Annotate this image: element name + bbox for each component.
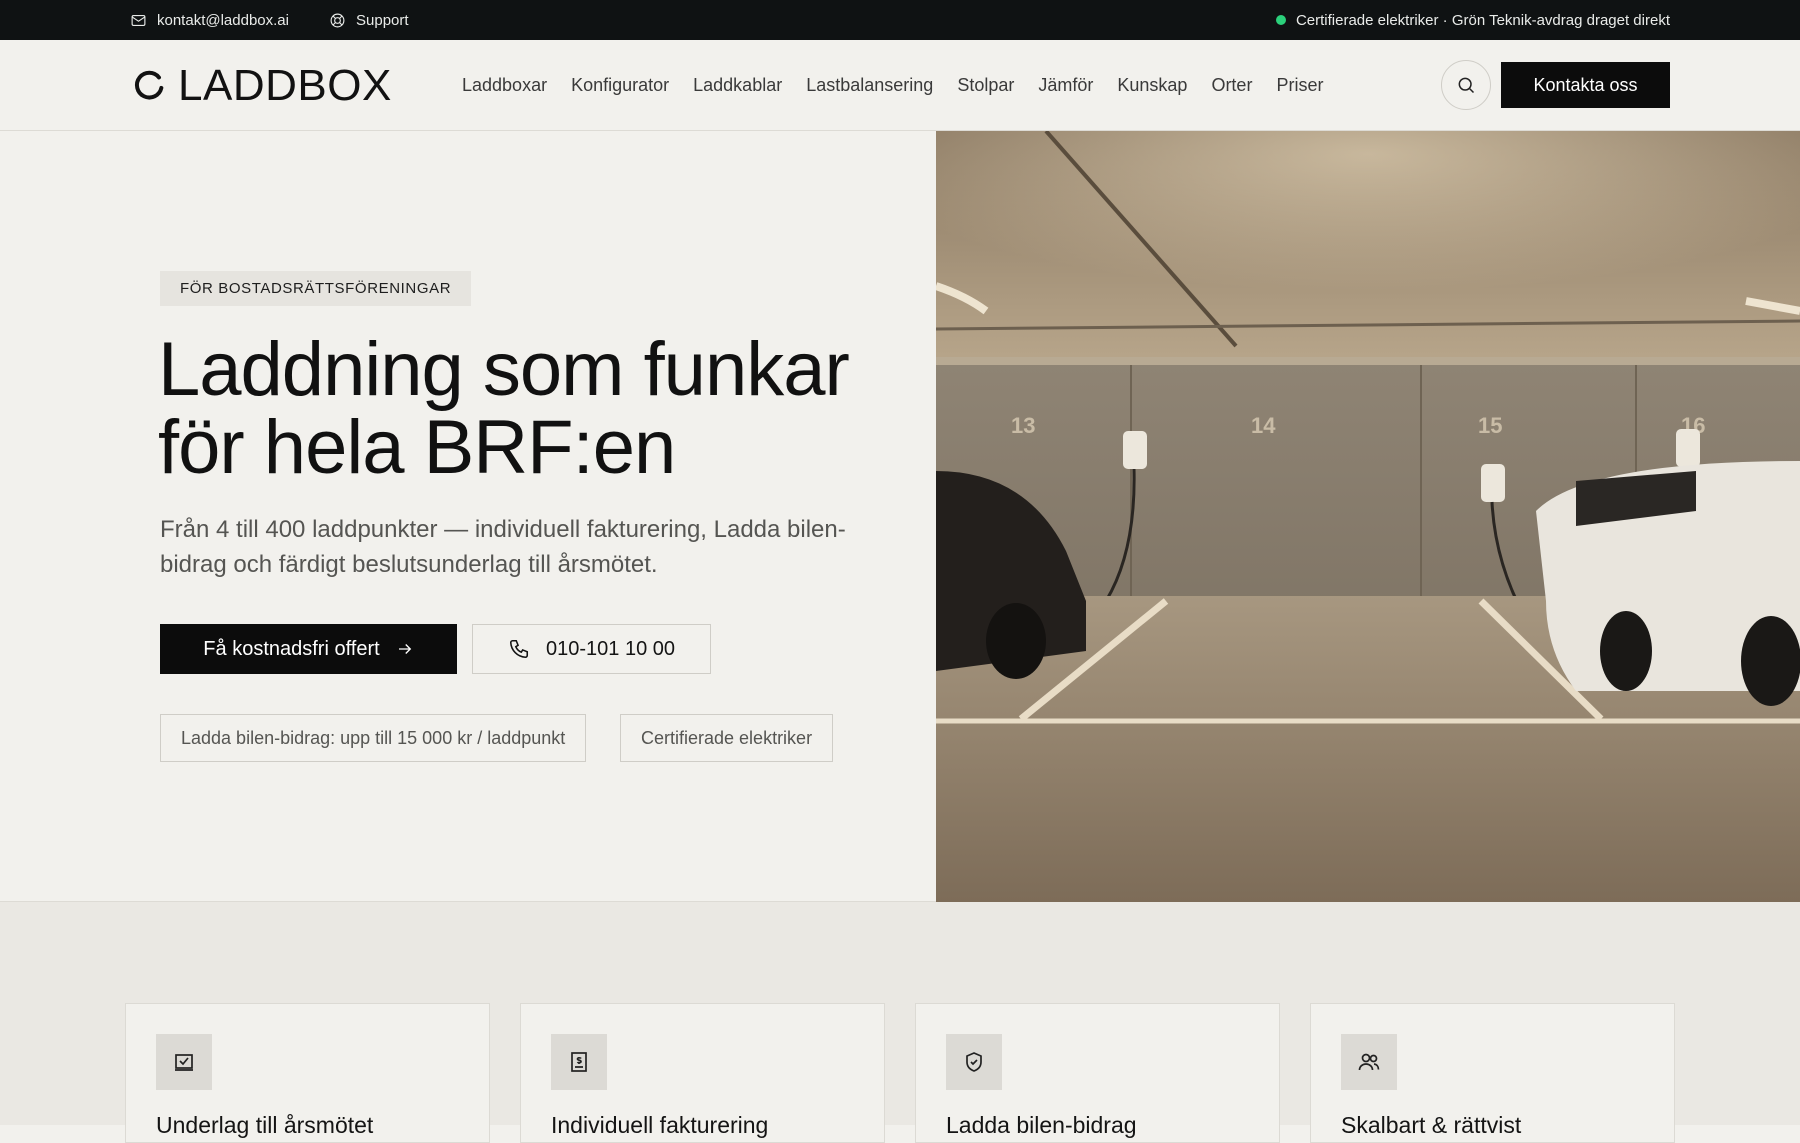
email-link[interactable]: kontakt@laddbox.ai: [130, 0, 289, 40]
hero-subtitle: Från 4 till 400 laddpunkter — individuel…: [160, 516, 846, 578]
main-nav: Laddboxar Konfigurator Laddkablar Lastba…: [462, 40, 1323, 131]
arrow-right-icon: [398, 644, 411, 654]
phone-button[interactable]: 010-101 10 00: [472, 624, 711, 674]
hero-title: Laddning som funkar för hela BRF:en: [158, 331, 918, 487]
site-header: LADDBOX Laddboxar Konfigurator Laddkabla…: [0, 40, 1800, 131]
feature-card-skalbart[interactable]: Skalbart & rättvist: [1310, 1003, 1675, 1143]
nav-orter[interactable]: Orter: [1211, 75, 1252, 96]
nav-laddboxar[interactable]: Laddboxar: [462, 75, 547, 96]
quote-button-label: Få kostnadsfri offert: [203, 637, 380, 660]
logo[interactable]: LADDBOX: [130, 64, 392, 108]
bay-number-15: 15: [1478, 413, 1502, 438]
feature-title: Individuell fakturering: [551, 1112, 769, 1138]
lifebuoy-icon: [330, 13, 345, 27]
logo-text: LADDBOX: [178, 61, 392, 110]
phone-number: 010-101 10 00: [545, 637, 675, 660]
nav-jamfor[interactable]: Jämför: [1038, 75, 1093, 96]
search-icon: [1458, 77, 1475, 94]
top-bar: kontakt@laddbox.ai Support Certifierade …: [0, 0, 1800, 40]
feature-card-bidrag[interactable]: Ladda bilen-bidrag: [915, 1003, 1280, 1143]
checkbox-icon: [156, 1034, 212, 1090]
bay-number-13: 13: [1011, 413, 1035, 438]
feature-card-arsmote[interactable]: Underlag till årsmötet: [125, 1003, 490, 1143]
shield-check-icon: [946, 1034, 1002, 1090]
certified-chip: Certifierade elektriker: [620, 714, 834, 762]
feature-card-fakturering[interactable]: Individuell fakturering: [520, 1003, 885, 1143]
nav-stolpar[interactable]: Stolpar: [957, 75, 1014, 96]
logo-mark-icon: [135, 70, 164, 100]
feature-title: Ladda bilen-bidrag: [946, 1112, 1137, 1138]
phone-icon: [509, 639, 529, 659]
bay-number-14: 14: [1251, 413, 1276, 438]
feature-title: Skalbart & rättvist: [1341, 1112, 1522, 1138]
grant-chip: Ladda bilen-bidrag: upp till 15 000 kr /…: [160, 714, 587, 762]
hero-title-line-1: Laddning som funkar: [158, 327, 850, 412]
features-section: Underlag till årsmötet Individuell faktu…: [0, 902, 1800, 1143]
users-icon: [1341, 1034, 1397, 1090]
hero-image-garage: 13 14 15 16: [936, 131, 1800, 902]
nav-lastbalansering[interactable]: Lastbalansering: [806, 75, 933, 96]
hero-title-line-2: för hela BRF:en: [158, 405, 676, 490]
invoice-icon: [551, 1034, 607, 1090]
feature-title: Underlag till årsmötet: [156, 1112, 374, 1138]
support-text: Support: [356, 11, 409, 29]
email-text: kontakt@laddbox.ai: [157, 11, 289, 29]
garage-illustration: 13 14 15 16: [936, 131, 1800, 902]
support-link[interactable]: Support: [329, 0, 409, 40]
nav-priser[interactable]: Priser: [1276, 75, 1323, 96]
nav-kunskap[interactable]: Kunskap: [1117, 75, 1187, 96]
search-button[interactable]: [1441, 60, 1491, 110]
nav-konfigurator[interactable]: Konfigurator: [571, 75, 669, 96]
status-notice: Certifierade elektriker · Grön Teknik-av…: [1275, 0, 1670, 40]
mail-icon: [131, 14, 146, 26]
status-text: Certifierade elektriker · Grön Teknik-av…: [1295, 11, 1670, 29]
nav-laddkablar[interactable]: Laddkablar: [693, 75, 782, 96]
hero-eyebrow: FÖR BOSTADSRÄTTSFÖRENINGAR: [160, 271, 472, 306]
hero-section: FÖR BOSTADSRÄTTSFÖRENINGAR Laddning som …: [0, 131, 936, 902]
contact-button[interactable]: Kontakta oss: [1501, 62, 1670, 108]
quote-button[interactable]: Få kostnadsfri offert: [160, 624, 457, 674]
status-dot: [1275, 15, 1286, 25]
